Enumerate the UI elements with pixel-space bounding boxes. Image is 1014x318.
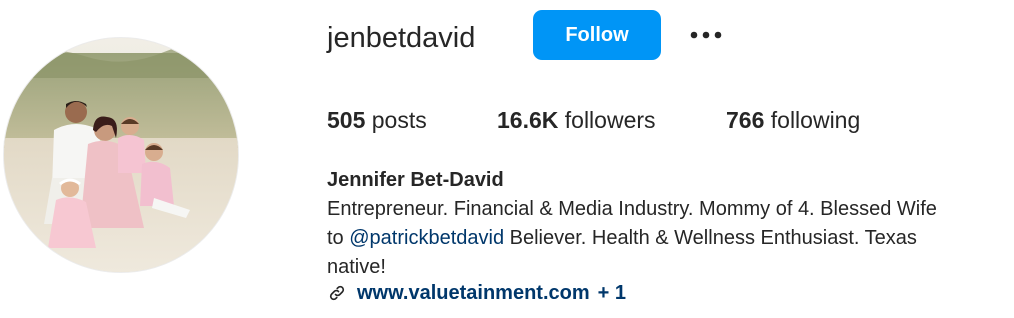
posts-count: 505: [327, 107, 366, 133]
following-stat[interactable]: 766 following: [726, 104, 860, 136]
bio-line-2-suffix: Believer. Health & Wellness Enthusiast. …: [504, 227, 917, 249]
followers-count: 16.6K: [497, 107, 559, 133]
posts-label: posts: [371, 107, 427, 133]
followers-label: followers: [564, 107, 656, 133]
avatar[interactable]: [3, 37, 239, 273]
link-icon: [327, 283, 347, 303]
full-name: Jennifer Bet-David: [327, 169, 504, 191]
follow-button[interactable]: Follow: [533, 10, 661, 60]
bio-line-3: native!: [327, 256, 386, 278]
profile-photo: [4, 38, 238, 272]
followers-stat[interactable]: 16.6K followers: [497, 104, 656, 136]
username: jenbetdavid: [327, 22, 476, 54]
following-count: 766: [726, 107, 765, 133]
following-label: following: [770, 107, 861, 133]
external-link[interactable]: www.valuetainment.com: [357, 282, 590, 305]
bio-line-2: to @patrickbetdavid Believer. Health & W…: [327, 224, 997, 253]
posts-stat[interactable]: 505 posts: [327, 104, 427, 136]
bio-line-1: Entrepreneur. Financial & Media Industry…: [327, 198, 937, 220]
more-options-icon[interactable]: [686, 20, 726, 50]
mention-link[interactable]: @patrickbetdavid: [349, 227, 504, 249]
bio-text: Entrepreneur. Financial & Media Industry…: [327, 195, 997, 282]
bio-line-2-prefix: to: [327, 227, 350, 249]
more-links-count[interactable]: + 1: [598, 282, 626, 305]
external-link-row[interactable]: www.valuetainment.com + 1: [327, 279, 626, 307]
